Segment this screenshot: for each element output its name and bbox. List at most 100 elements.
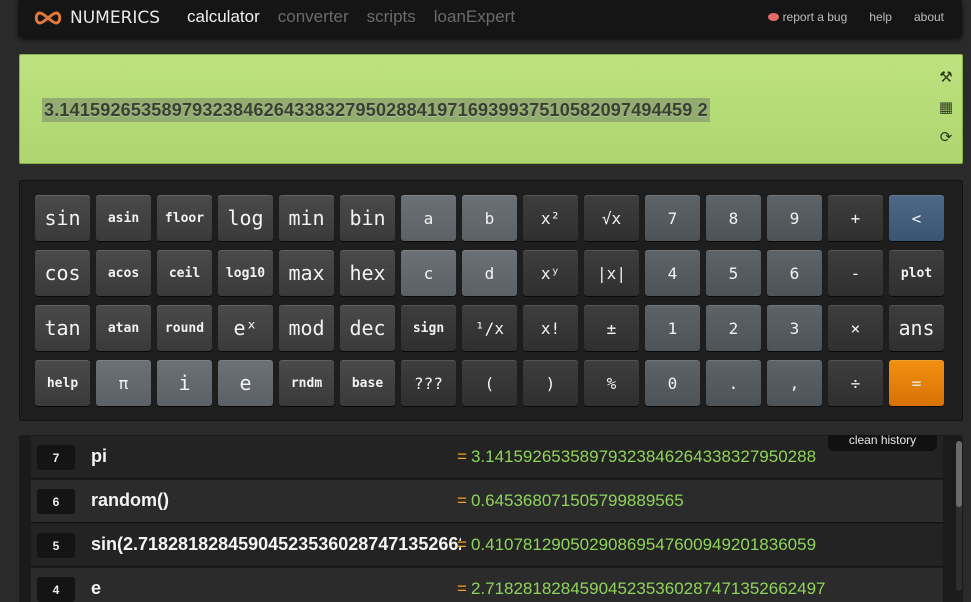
history-index: 7 [37,445,75,470]
history-scrollbar-thumb[interactable] [956,441,962,507]
key-2-9[interactable]: ± [584,305,639,351]
top-right-links: report a bug help about [767,10,944,24]
nav-tabs: calculator converter scripts loanExpert [187,7,533,27]
key-3-7[interactable]: ( [462,360,517,406]
key-1-12[interactable]: 6 [767,250,822,296]
key-3-13[interactable]: ÷ [828,360,883,406]
key-1-6[interactable]: c [401,250,456,296]
key-0-7[interactable]: b [462,195,517,241]
clean-history-button[interactable]: clean history [828,435,937,451]
tab-converter[interactable]: converter [278,7,349,27]
key-3-12[interactable]: , [767,360,822,406]
history-result-value: 0.41078129050290869547600949201836059 [470,535,817,554]
refresh-icon[interactable]: ⟳ [938,129,954,145]
key-0-8[interactable]: x² [523,195,578,241]
key-3-10[interactable]: 0 [645,360,700,406]
history-row[interactable]: 5 sin(2.718281828459045235360287471352662… [31,524,943,567]
history-result[interactable]: = 0.41078129050290869547600949201836059 [457,535,835,555]
key-3-6[interactable]: ??? [401,360,456,406]
key-2-0[interactable]: tan [35,305,90,351]
bug-icon [767,13,779,21]
key-2-13[interactable]: × [828,305,883,351]
tools-icon[interactable]: ⚒ [938,69,954,85]
key-2-10[interactable]: 1 [645,305,700,351]
key-1-11[interactable]: 5 [706,250,761,296]
calculator-display[interactable]: 3.14159265358979323846264338327950288419… [19,54,963,164]
history-row[interactable]: 6 random() = 0.645368071505799889565 [31,480,943,523]
key-1-10[interactable]: 4 [645,250,700,296]
key-2-6[interactable]: sign [401,305,456,351]
key-2-3[interactable]: eˣ [218,305,273,351]
key-0-6[interactable]: a [401,195,456,241]
key-2-12[interactable]: 3 [767,305,822,351]
help-link[interactable]: help [869,10,892,24]
key-1-13[interactable]: - [828,250,883,296]
key-2-11[interactable]: 2 [706,305,761,351]
keyboard-icon[interactable]: ▦ [938,99,954,115]
key-0-5[interactable]: bin [340,195,395,241]
history-result[interactable]: = 2.718281828459045235360287471352662497 [457,579,835,599]
key-0-3[interactable]: log [218,195,273,241]
key-1-3[interactable]: log10 [218,250,273,296]
history-result[interactable]: = 0.645368071505799889565 [457,491,835,511]
history-expression[interactable]: random() [91,490,461,511]
key-0-0[interactable]: sin [35,195,90,241]
key-0-1[interactable]: asin [96,195,151,241]
key-0-10[interactable]: 7 [645,195,700,241]
display-expression[interactable]: 3.14159265358979323846264338327950288419… [42,98,710,122]
history-expression[interactable]: e [91,578,461,599]
history-result-value: 2.718281828459045235360287471352662497 [470,579,826,598]
key-1-14[interactable]: plot [889,250,944,296]
history-row[interactable]: 4 e = 2.71828182845904523536028747135266249… [31,568,943,602]
key-1-1[interactable]: acos [96,250,151,296]
key-3-3[interactable]: e [218,360,273,406]
report-bug-label: report a bug [782,10,848,24]
about-link[interactable]: about [914,10,944,24]
tab-calculator[interactable]: calculator [187,7,260,27]
key-0-14[interactable]: < [889,195,944,241]
key-3-9[interactable]: % [584,360,639,406]
history-expression[interactable]: pi [91,446,461,467]
history-index: 6 [37,489,75,514]
key-3-0[interactable]: help [35,360,90,406]
key-1-7[interactable]: d [462,250,517,296]
history-index: 4 [37,577,75,602]
key-1-0[interactable]: cos [35,250,90,296]
key-1-8[interactable]: xʸ [523,250,578,296]
report-bug-link[interactable]: report a bug [767,10,848,24]
key-2-8[interactable]: x! [523,305,578,351]
tab-loanexpert[interactable]: loanExpert [434,7,515,27]
key-0-11[interactable]: 8 [706,195,761,241]
key-1-2[interactable]: ceil [157,250,212,296]
tab-scripts[interactable]: scripts [367,7,416,27]
keypad: sin asin floor log min bin a b x² √x 7 8 9 + < cos acos c… [19,180,963,421]
key-0-4[interactable]: min [279,195,334,241]
history-result[interactable]: = 3.14159265358979323846264338327950288 [457,447,835,467]
key-0-2[interactable]: floor [157,195,212,241]
history-result-value: 3.14159265358979323846264338327950288 [470,447,817,466]
key-2-14[interactable]: ans [889,305,944,351]
key-1-4[interactable]: max [279,250,334,296]
key-2-2[interactable]: round [157,305,212,351]
key-1-9[interactable]: |x| [584,250,639,296]
key-3-8[interactable]: ) [523,360,578,406]
history-row[interactable]: 7 pi = 3.1415926535897932384626433832795028… [31,436,943,479]
key-0-12[interactable]: 9 [767,195,822,241]
key-1-5[interactable]: hex [340,250,395,296]
key-2-7[interactable]: ¹/x [462,305,517,351]
key-2-1[interactable]: atan [96,305,151,351]
key-3-11[interactable]: . [706,360,761,406]
top-nav: NUMERICS calculator converter scripts lo… [18,0,962,38]
key-3-1[interactable]: π [96,360,151,406]
history-expression[interactable]: sin(2.718281828459045235360287471352662 [91,534,461,555]
key-0-9[interactable]: √x [584,195,639,241]
key-3-14[interactable]: = [889,360,944,406]
key-3-5[interactable]: base [340,360,395,406]
key-3-4[interactable]: rndm [279,360,334,406]
infinity-icon [34,11,62,25]
key-2-4[interactable]: mod [279,305,334,351]
key-0-13[interactable]: + [828,195,883,241]
key-2-5[interactable]: dec [340,305,395,351]
key-3-2[interactable]: i [157,360,212,406]
logo[interactable]: NUMERICS [32,7,160,29]
